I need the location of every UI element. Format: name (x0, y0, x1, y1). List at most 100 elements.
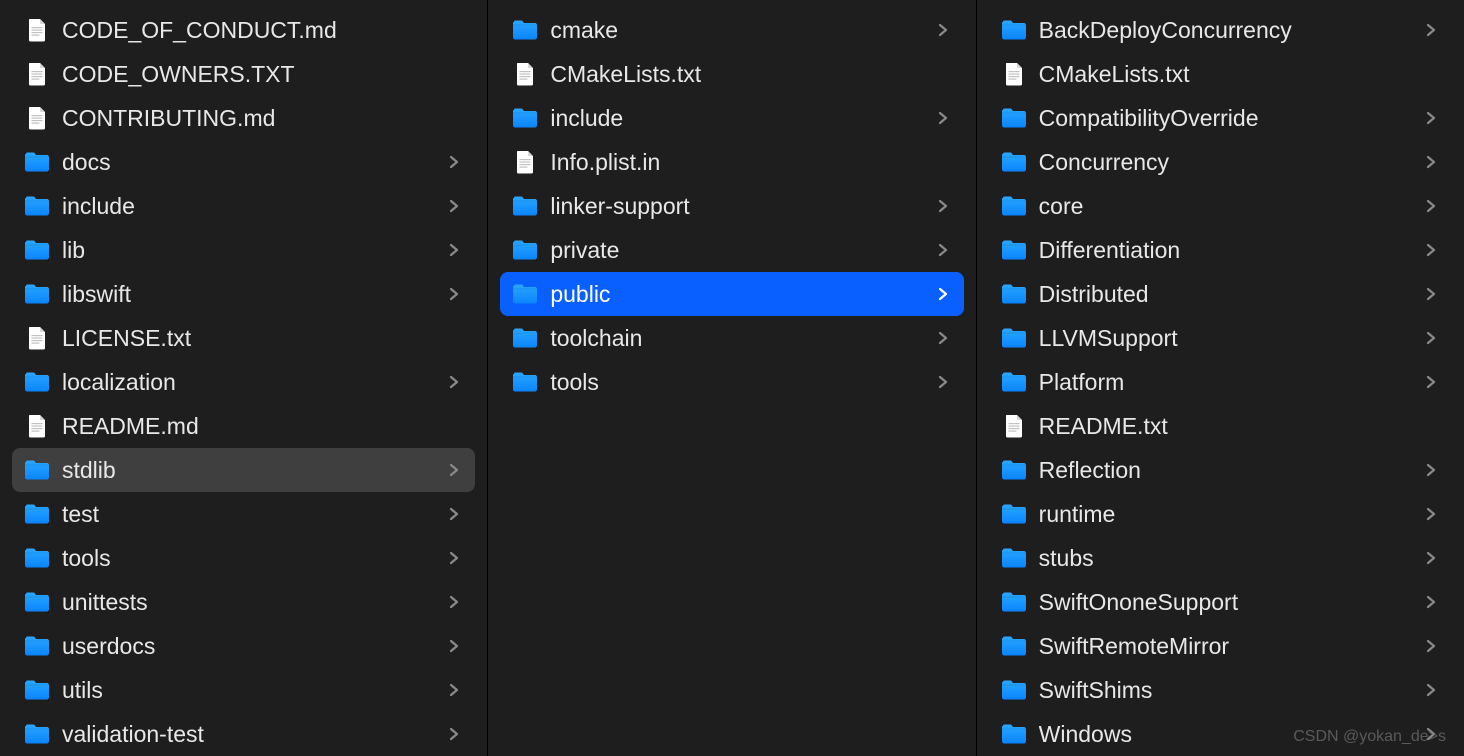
chevron-right-icon (1426, 23, 1436, 37)
item-label: tools (62, 545, 441, 572)
folder-item-stubs[interactable]: stubs (989, 536, 1452, 580)
folder-item-lib[interactable]: lib (12, 228, 475, 272)
folder-item-platform[interactable]: Platform (989, 360, 1452, 404)
item-label: Info.plist.in (550, 149, 947, 176)
folder-item-swiftshims[interactable]: SwiftShims (989, 668, 1452, 712)
file-icon (1001, 63, 1027, 85)
chevron-right-icon (1426, 375, 1436, 389)
chevron-right-icon (938, 331, 948, 345)
chevron-right-icon (1426, 243, 1436, 257)
item-label: LLVMSupport (1039, 325, 1418, 352)
item-label: Reflection (1039, 457, 1418, 484)
item-label: stubs (1039, 545, 1418, 572)
folder-item-cmake[interactable]: cmake (500, 8, 963, 52)
folder-item-toolchain[interactable]: toolchain (500, 316, 963, 360)
folder-item-backdeployconcurrency[interactable]: BackDeployConcurrency (989, 8, 1452, 52)
folder-item-distributed[interactable]: Distributed (989, 272, 1452, 316)
folder-item-libswift[interactable]: libswift (12, 272, 475, 316)
item-label: validation-test (62, 721, 441, 748)
folder-icon (512, 195, 538, 217)
folder-item-runtime[interactable]: runtime (989, 492, 1452, 536)
folder-item-docs[interactable]: docs (12, 140, 475, 184)
chevron-right-icon (449, 463, 459, 477)
folder-item-swiftremotemirror[interactable]: SwiftRemoteMirror (989, 624, 1452, 668)
file-icon (24, 107, 50, 129)
folder-item-validation-test[interactable]: validation-test (12, 712, 475, 756)
chevron-right-icon (449, 595, 459, 609)
folder-icon (1001, 195, 1027, 217)
folder-item-llvmsupport[interactable]: LLVMSupport (989, 316, 1452, 360)
item-label: Concurrency (1039, 149, 1418, 176)
folder-item-core[interactable]: core (989, 184, 1452, 228)
folder-icon (1001, 679, 1027, 701)
file-item-code-of-conduct-md[interactable]: CODE_OF_CONDUCT.md (12, 8, 475, 52)
file-icon (24, 327, 50, 349)
file-item-code-owners-txt[interactable]: CODE_OWNERS.TXT (12, 52, 475, 96)
folder-item-unittests[interactable]: unittests (12, 580, 475, 624)
item-label: tools (550, 369, 929, 396)
folder-item-public[interactable]: public (500, 272, 963, 316)
item-label: SwiftOnoneSupport (1039, 589, 1418, 616)
file-icon (512, 151, 538, 173)
file-item-info-plist-in[interactable]: Info.plist.in (500, 140, 963, 184)
folder-item-include[interactable]: include (500, 96, 963, 140)
chevron-right-icon (449, 243, 459, 257)
folder-icon (24, 371, 50, 393)
folder-item-compatibilityoverride[interactable]: CompatibilityOverride (989, 96, 1452, 140)
item-label: CompatibilityOverride (1039, 105, 1418, 132)
chevron-right-icon (938, 111, 948, 125)
folder-icon (512, 19, 538, 41)
folder-item-tools[interactable]: tools (500, 360, 963, 404)
folder-icon (1001, 591, 1027, 613)
chevron-right-icon (1426, 683, 1436, 697)
folder-icon (1001, 327, 1027, 349)
folder-item-localization[interactable]: localization (12, 360, 475, 404)
folder-item-tools[interactable]: tools (12, 536, 475, 580)
chevron-right-icon (1426, 199, 1436, 213)
item-label: SwiftShims (1039, 677, 1418, 704)
folder-item-utils[interactable]: utils (12, 668, 475, 712)
item-label: private (550, 237, 929, 264)
file-icon (24, 19, 50, 41)
file-item-cmakelists-txt[interactable]: CMakeLists.txt (500, 52, 963, 96)
item-label: libswift (62, 281, 441, 308)
file-item-readme-md[interactable]: README.md (12, 404, 475, 448)
item-label: LICENSE.txt (62, 325, 459, 352)
folder-item-linker-support[interactable]: linker-support (500, 184, 963, 228)
item-label: README.txt (1039, 413, 1436, 440)
folder-item-stdlib[interactable]: stdlib (12, 448, 475, 492)
file-item-readme-txt[interactable]: README.txt (989, 404, 1452, 448)
folder-item-swiftononesupport[interactable]: SwiftOnoneSupport (989, 580, 1452, 624)
column-1: cmake CMakeLists.txt include Info.plist.… (488, 0, 976, 756)
chevron-right-icon (938, 23, 948, 37)
file-icon (24, 415, 50, 437)
file-icon (512, 63, 538, 85)
folder-item-concurrency[interactable]: Concurrency (989, 140, 1452, 184)
chevron-right-icon (1426, 331, 1436, 345)
item-label: linker-support (550, 193, 929, 220)
folder-icon (1001, 503, 1027, 525)
file-icon (1001, 415, 1027, 437)
item-label: cmake (550, 17, 929, 44)
file-item-cmakelists-txt[interactable]: CMakeLists.txt (989, 52, 1452, 96)
folder-icon (512, 371, 538, 393)
file-item-license-txt[interactable]: LICENSE.txt (12, 316, 475, 360)
chevron-right-icon (449, 155, 459, 169)
folder-item-private[interactable]: private (500, 228, 963, 272)
folder-item-differentiation[interactable]: Differentiation (989, 228, 1452, 272)
chevron-right-icon (449, 287, 459, 301)
item-label: SwiftRemoteMirror (1039, 633, 1418, 660)
item-label: toolchain (550, 325, 929, 352)
folder-icon (1001, 723, 1027, 745)
item-label: stdlib (62, 457, 441, 484)
file-item-contributing-md[interactable]: CONTRIBUTING.md (12, 96, 475, 140)
folder-item-reflection[interactable]: Reflection (989, 448, 1452, 492)
item-label: localization (62, 369, 441, 396)
chevron-right-icon (1426, 551, 1436, 565)
folder-icon (1001, 459, 1027, 481)
item-label: lib (62, 237, 441, 264)
folder-icon (24, 151, 50, 173)
folder-item-userdocs[interactable]: userdocs (12, 624, 475, 668)
folder-item-test[interactable]: test (12, 492, 475, 536)
folder-item-include[interactable]: include (12, 184, 475, 228)
